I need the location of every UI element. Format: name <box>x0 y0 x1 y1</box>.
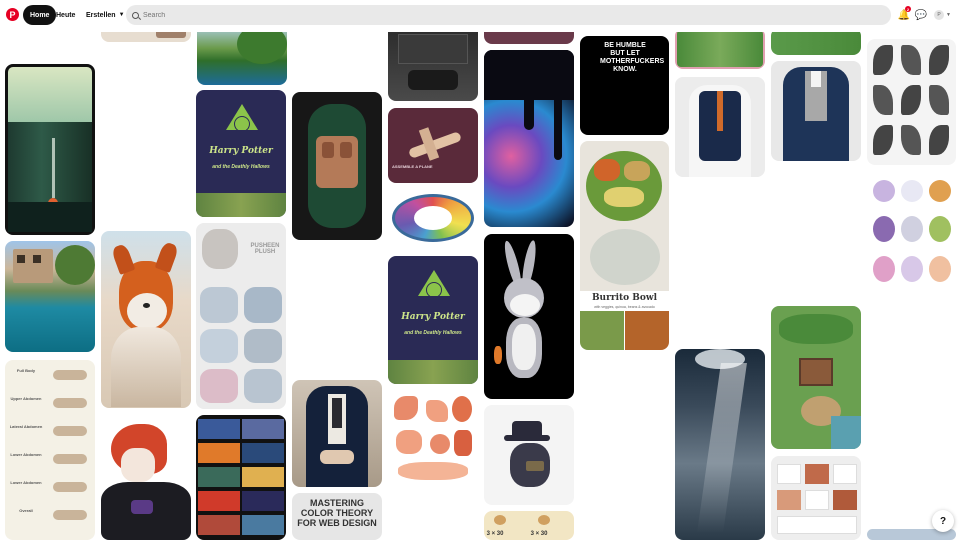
hp-title: Harry Potter <box>209 146 273 156</box>
pin-suit-man[interactable] <box>292 380 382 487</box>
top-bar: P Home Heute Erstellen ▼ 🔔 2 💬 P ▼ <box>0 0 960 32</box>
pin-game-map-top[interactable] <box>675 28 765 69</box>
burrito-title: Burrito Bowl <box>591 293 658 303</box>
avatar[interactable]: P <box>934 10 944 20</box>
pin-web-layout[interactable] <box>771 456 861 540</box>
search-bar[interactable] <box>126 5 891 25</box>
pin-dark-interior[interactable] <box>388 24 478 101</box>
nav-create-label: Erstellen <box>86 11 116 19</box>
pin-light-rays[interactable] <box>675 349 765 540</box>
pusheen-title: PUSHEEN PLUSH <box>250 243 280 255</box>
pin-color-theory[interactable]: MASTERING COLOR THEORY FOR WEB DESIGN <box>292 493 382 540</box>
exercise-label: Full Body <box>16 368 36 373</box>
help-button[interactable]: ? <box>932 510 954 532</box>
nav-create-dropdown[interactable]: Erstellen ▼ <box>86 5 125 25</box>
reps-label: 3 × 30 <box>530 531 548 537</box>
pin-sky-studies[interactable] <box>196 415 286 540</box>
pin-top-hat-creature[interactable] <box>484 405 574 505</box>
notification-badge: 2 <box>905 6 911 12</box>
pin-galaxy[interactable] <box>484 50 574 227</box>
search-input[interactable] <box>143 11 843 19</box>
nav-home-button[interactable]: Home <box>23 5 57 25</box>
reps-label: 3 × 30 <box>486 531 504 537</box>
nav-today-link[interactable]: Heute <box>56 5 75 25</box>
pin-bugs-bunny[interactable] <box>484 234 574 399</box>
pin-lake-villa[interactable] <box>5 241 95 352</box>
pin-burrito-bowl[interactable]: Burrito Bowl with veggies, quinoa, beans… <box>580 141 669 350</box>
color-theory-title: MASTERING COLOR THEORY FOR WEB DESIGN <box>297 498 377 528</box>
pin-forest-painting[interactable] <box>5 64 95 235</box>
exercise-label: Lower Abdomen <box>10 480 42 485</box>
pin-pusheen-plush[interactable]: PUSHEEN PLUSH <box>196 223 286 409</box>
exercise-label: Overall <box>19 508 33 513</box>
pin-cute-creatures[interactable] <box>867 172 956 291</box>
pin-fire-sketches[interactable] <box>388 390 478 488</box>
pin-tree-coast[interactable] <box>197 24 287 85</box>
pin-wing-sketches[interactable] <box>867 39 956 165</box>
exercise-label: Lower Abdomen <box>10 452 42 457</box>
pin-harry-potter-2[interactable]: Harry Potter and the Deathly Hallows <box>388 256 478 384</box>
pinterest-logo-icon[interactable]: P <box>6 8 19 21</box>
pin-plane-model[interactable]: ASSEMBLE A PLANE <box>388 108 478 183</box>
messages-icon[interactable]: 💬 <box>914 8 928 22</box>
exercise-label: Upper Abdomen <box>10 396 42 401</box>
exercise-label: Lateral Abdomen <box>9 424 43 429</box>
pin-fox[interactable] <box>101 231 191 408</box>
pin-be-humble[interactable]: BE HUMBLE BUT LET MOTHERFUCKERS KNOW. <box>580 36 669 135</box>
be-humble-text: BE HUMBLE BUT LET MOTHERFUCKERS KNOW. <box>600 42 665 73</box>
chevron-down-icon: ▼ <box>118 12 125 18</box>
pin-color-wheel[interactable] <box>388 190 478 250</box>
plane-label: ASSEMBLE A PLANE <box>392 164 433 169</box>
account-chevron-down-icon[interactable]: ▼ <box>946 12 951 18</box>
burrito-subtitle: with veggies, quinoa, beans & avocado <box>594 305 655 309</box>
pin-blazer-man[interactable] <box>771 61 861 161</box>
hp-title: Harry Potter <box>401 312 465 322</box>
hp-subtitle: and the Deathly Hallows <box>404 330 462 336</box>
pin-redhair-art[interactable] <box>101 414 191 540</box>
pin-placeholder-c7 <box>580 356 669 362</box>
pin-vest-man[interactable] <box>675 77 765 177</box>
pin-green-car[interactable] <box>292 92 382 240</box>
pin-game-map[interactable] <box>771 306 861 449</box>
pin-exercise-reps[interactable]: 3 × 30 3 × 30 <box>484 511 574 540</box>
pin-game-map-top-2[interactable] <box>771 28 861 55</box>
pin-ab-exercises[interactable]: Full Body Upper Abdomen Lateral Abdomen … <box>5 360 95 540</box>
pin-harry-potter-1[interactable]: Harry Potter and the Deathly Hallows <box>196 90 286 217</box>
hp-subtitle: and the Deathly Hallows <box>212 164 270 170</box>
search-icon <box>132 11 139 19</box>
